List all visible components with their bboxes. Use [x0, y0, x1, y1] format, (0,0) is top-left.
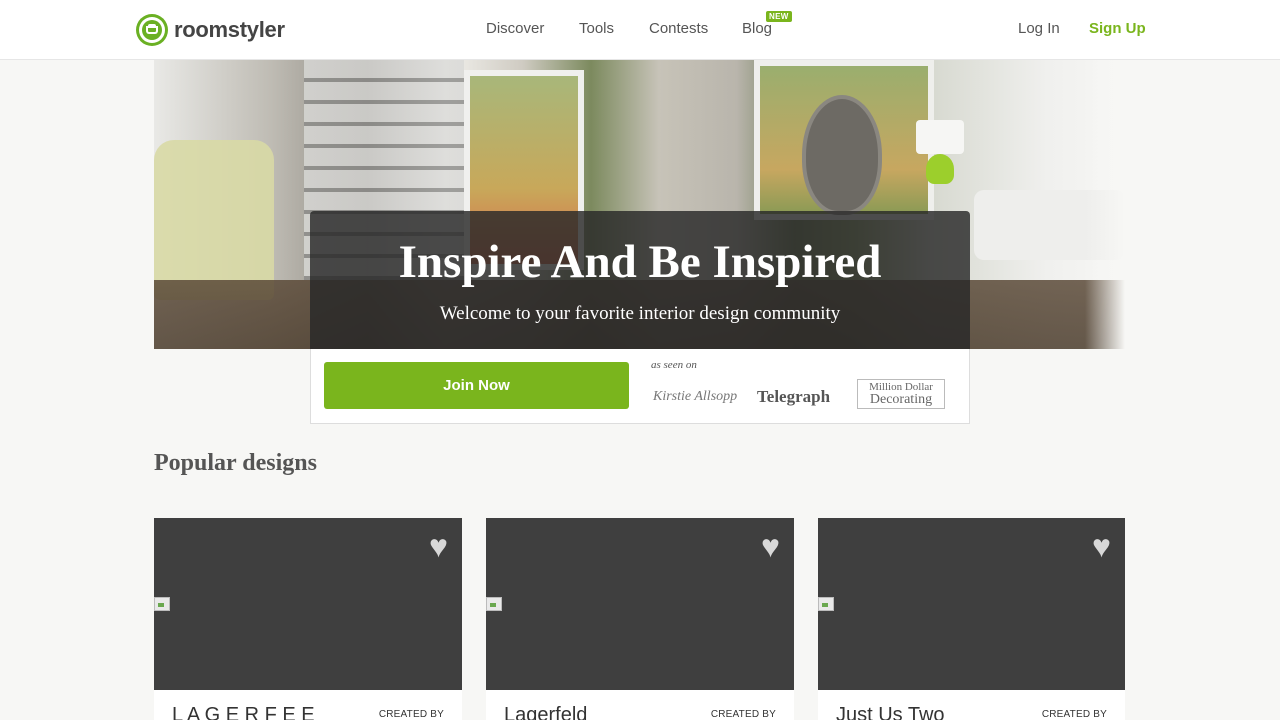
- broken-image-icon: [154, 597, 170, 611]
- signup-link[interactable]: Sign Up: [1089, 20, 1146, 37]
- hero-subtitle: Welcome to your favorite interior design…: [439, 303, 841, 324]
- nav-blog[interactable]: Blog: [742, 20, 772, 37]
- nav-contests[interactable]: Contests: [649, 20, 708, 37]
- design-card[interactable]: ♥ L A G E R F E E CREATED BY: [154, 518, 462, 720]
- brand-name: roomstyler: [174, 17, 285, 42]
- design-thumbnail[interactable]: [818, 518, 1125, 690]
- as-seen-on-label: as seen on: [651, 359, 697, 371]
- roomstyler-logo[interactable]: roomstyler: [136, 14, 285, 46]
- login-link[interactable]: Log In: [1018, 20, 1060, 37]
- new-badge: NEW: [766, 11, 792, 22]
- press-logo-telegraph: Telegraph: [757, 387, 831, 406]
- popular-designs-heading: Popular designs: [154, 450, 317, 476]
- nav-tools[interactable]: Tools: [579, 20, 614, 37]
- design-thumbnail[interactable]: [486, 518, 794, 690]
- hero-title: Inspire And Be Inspired: [398, 236, 882, 288]
- hero-lamp-base: [926, 154, 954, 184]
- broken-image-icon: [486, 597, 502, 611]
- hero-armchair-illustration: [154, 140, 274, 300]
- design-thumbnail[interactable]: [154, 518, 462, 690]
- design-title[interactable]: Just Us Two: [836, 704, 945, 720]
- design-card[interactable]: ♥ Lagerfeld CREATED BY: [486, 518, 794, 720]
- heart-icon[interactable]: ♥: [1092, 530, 1111, 562]
- heart-icon[interactable]: ♥: [429, 530, 448, 562]
- design-title[interactable]: L A G E R F E E: [172, 704, 315, 720]
- armchair-logo-icon: [136, 14, 168, 46]
- hero-overlay: Inspire And Be Inspired Welcome to your …: [310, 211, 970, 349]
- created-by-label: CREATED BY: [710, 709, 776, 720]
- join-now-button[interactable]: Join Now: [324, 362, 629, 409]
- broken-image-icon: [818, 597, 834, 611]
- design-title[interactable]: Lagerfeld: [504, 704, 587, 720]
- press-logo-kirstie-allsopp: Kirstie Allsopp: [653, 389, 738, 404]
- design-card[interactable]: ♥ Just Us Two CREATED BY: [818, 518, 1125, 720]
- hero-fade: [1085, 60, 1125, 349]
- site-header: roomstyler Discover Tools Contests Blog …: [0, 0, 1280, 60]
- created-by-label: CREATED BY: [1041, 709, 1107, 720]
- created-by-label: CREATED BY: [378, 709, 444, 720]
- cta-box: Join Now as seen on Kirstie Allsopp Tele…: [310, 349, 970, 424]
- press-logo-million-dollar-decorating: Million Dollar Decorating: [857, 379, 945, 409]
- hero-lamp-shade: [916, 120, 964, 154]
- nav-discover[interactable]: Discover: [486, 20, 544, 37]
- hero-hanging-chair-illustration: [802, 95, 882, 215]
- heart-icon[interactable]: ♥: [761, 530, 780, 562]
